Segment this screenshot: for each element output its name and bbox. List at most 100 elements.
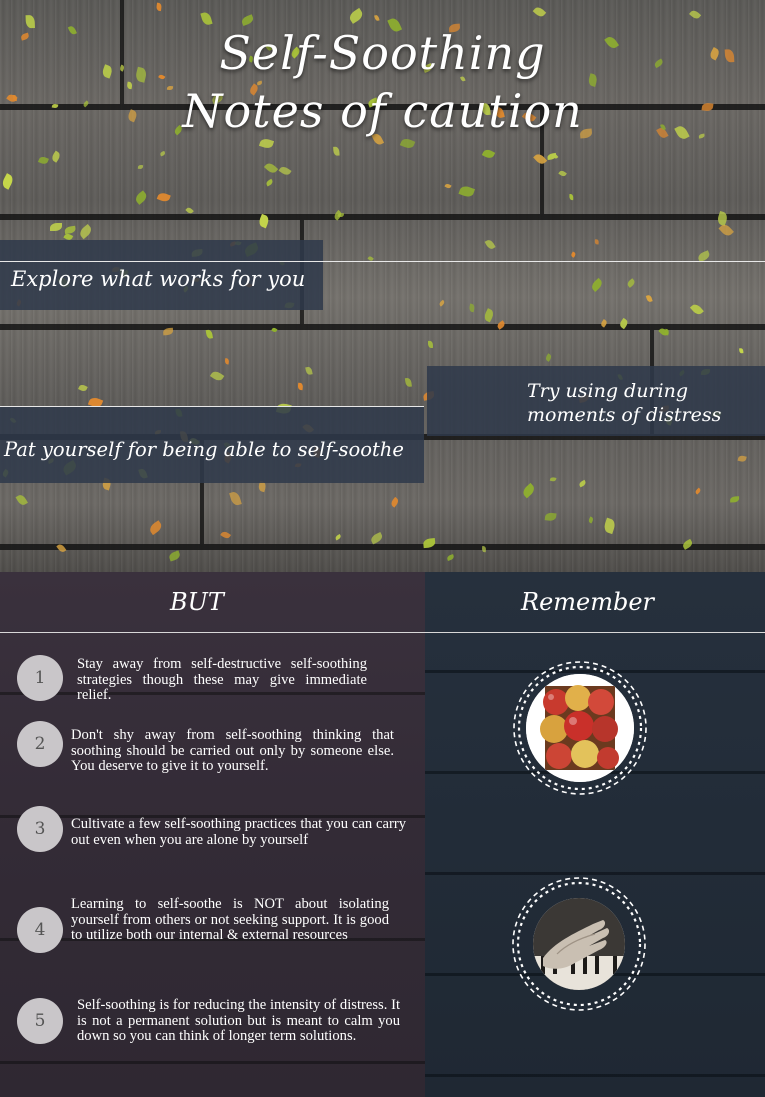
note-text-4: Learning to self-soothe is NOT about iso…	[71, 896, 389, 943]
note-number-2: 2	[17, 721, 63, 767]
hands-image-frame	[511, 876, 647, 1012]
leaf-decoration	[78, 383, 88, 392]
title-line-2: Notes of caution	[182, 84, 583, 138]
note-number-4: 4	[17, 907, 63, 953]
leaf-decoration	[77, 223, 94, 240]
leaf-decoration	[481, 546, 487, 553]
leaf-decoration	[156, 191, 171, 204]
banner-explore-text: Explore what works for you	[11, 267, 306, 291]
leaf-decoration	[257, 214, 270, 229]
leaf-decoration	[568, 193, 574, 201]
leaf-decoration	[38, 154, 50, 165]
leaf-decoration	[444, 182, 452, 189]
leaf-decoration	[229, 491, 243, 508]
leaf-decoration	[0, 173, 16, 190]
leaf-decoration	[265, 178, 275, 187]
leaf-decoration	[205, 329, 213, 339]
leaf-decoration	[160, 151, 167, 157]
leaf-decoration	[389, 496, 400, 508]
banner-try: Try using during moments of distress	[427, 366, 765, 436]
note-number-1: 1	[17, 655, 63, 701]
banner-try-line-1: Try using during	[527, 380, 688, 402]
leaf-decoration	[399, 136, 416, 151]
leaf-decoration	[481, 147, 496, 161]
leaf-decoration	[468, 303, 475, 312]
leaf-decoration	[547, 152, 558, 161]
remember-column	[425, 572, 765, 1097]
leaf-decoration	[219, 530, 231, 541]
leaf-decoration	[50, 222, 63, 231]
leaf-decoration	[458, 184, 475, 199]
leaf-decoration	[332, 146, 340, 156]
banner-rule-top	[0, 406, 424, 407]
note-text-1: Stay away from self-destructive self-soo…	[77, 656, 367, 703]
leaf-decoration	[587, 516, 595, 524]
leaf-decoration	[689, 302, 704, 317]
banner-pat-text: Pat yourself for being able to self-soot…	[4, 438, 404, 461]
leaf-decoration	[278, 164, 292, 178]
leaf-decoration	[258, 137, 275, 150]
leaf-decoration	[133, 189, 149, 205]
title-line-1: Self-Soothing	[219, 26, 546, 80]
note-number-3: 3	[17, 806, 63, 852]
note-number-5: 5	[17, 998, 63, 1044]
leaf-decoration	[625, 278, 636, 289]
but-heading: BUT	[170, 588, 224, 616]
leaf-decoration	[209, 369, 225, 383]
remember-heading: Remember	[521, 588, 655, 616]
leaf-decoration	[682, 538, 694, 550]
leaf-decoration	[737, 455, 747, 463]
leaf-decoration	[347, 8, 365, 24]
note-text-5: Self-soothing is for reducing the intens…	[77, 997, 400, 1044]
note-text-2: Don't shy away from self-soothing thinki…	[71, 727, 394, 774]
leaf-decoration	[730, 496, 740, 503]
leaf-decoration	[422, 538, 436, 549]
apples-image-frame	[512, 660, 648, 796]
leaf-decoration	[544, 512, 557, 522]
leaf-decoration	[718, 222, 734, 239]
leaf-decoration	[185, 206, 194, 216]
leaf-decoration	[305, 366, 313, 376]
banner-try-line-2: moments of distress	[527, 404, 722, 426]
leaf-decoration	[549, 475, 557, 482]
leaf-decoration	[427, 341, 434, 349]
leaf-decoration	[694, 487, 702, 495]
leaf-decoration	[557, 169, 567, 178]
leaf-decoration	[438, 299, 446, 307]
leaf-decoration	[618, 317, 629, 330]
leaf-decoration	[483, 307, 496, 322]
leaf-decoration	[578, 479, 588, 488]
leaf-decoration	[137, 164, 144, 169]
section-divider	[0, 632, 765, 633]
leaf-decoration	[147, 520, 164, 536]
leaf-decoration	[405, 377, 413, 388]
leaf-decoration	[570, 251, 577, 258]
leaf-decoration	[332, 209, 343, 221]
leaf-decoration	[334, 533, 343, 541]
leaf-decoration	[544, 352, 554, 362]
apples-photo	[526, 674, 634, 782]
piano-hands-photo	[533, 898, 625, 990]
leaf-decoration	[240, 14, 255, 27]
leaf-decoration	[600, 319, 608, 328]
leaf-decoration	[370, 532, 385, 545]
leaf-decoration	[594, 239, 599, 245]
leaf-decoration	[162, 328, 173, 336]
banner-rule	[0, 261, 323, 262]
leaf-decoration	[271, 326, 278, 333]
leaf-decoration	[532, 4, 547, 19]
leaf-decoration	[688, 8, 702, 21]
leaf-decoration	[739, 347, 744, 354]
leaf-decoration	[263, 161, 279, 176]
leaf-decoration	[50, 149, 63, 163]
banner-pat: Pat yourself for being able to self-soot…	[0, 406, 424, 483]
leaf-decoration	[646, 293, 653, 302]
banner-explore: Explore what works for you	[0, 240, 323, 310]
leaf-decoration	[56, 542, 67, 554]
leaf-decoration	[200, 10, 213, 26]
banner-rule-extension	[323, 261, 765, 262]
leaf-decoration	[297, 382, 304, 391]
note-text-3: Cultivate a few self-soothing practices …	[71, 816, 406, 848]
leaf-decoration	[603, 517, 617, 534]
leaf-decoration	[483, 237, 496, 251]
